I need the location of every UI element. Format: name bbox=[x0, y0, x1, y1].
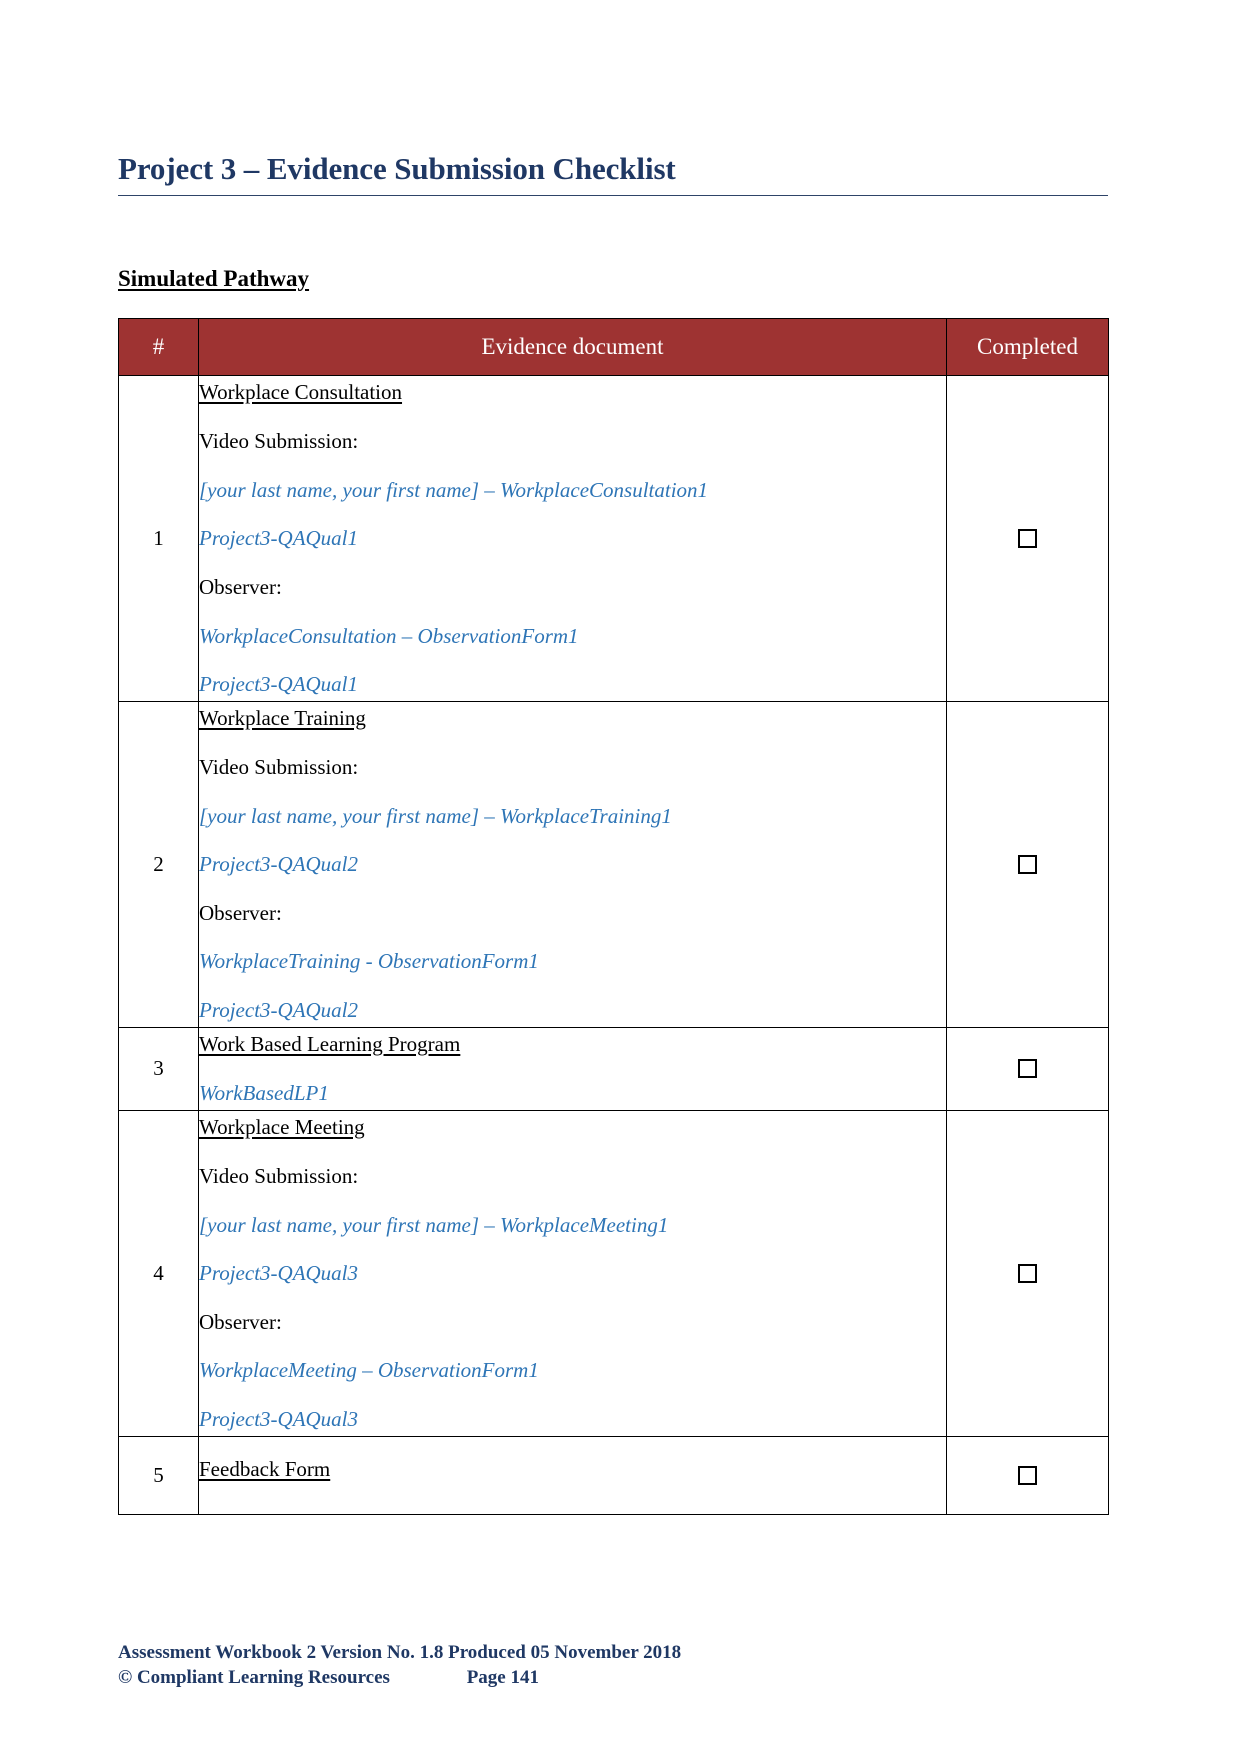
video-submission-code: Project3-QAQual1 bbox=[199, 526, 359, 551]
observer-filename: WorkplaceMeeting – ObservationForm1 bbox=[199, 1358, 539, 1383]
row-evidence-document: Workplace Meeting Video Submission: [you… bbox=[198, 1109, 947, 1437]
row-number: 3 bbox=[118, 1026, 199, 1111]
row-number: 1 bbox=[118, 374, 199, 702]
video-submission-filename: WorkBasedLP1 bbox=[199, 1081, 329, 1106]
video-submission-label: Video Submission: bbox=[199, 1164, 359, 1189]
checkbox-icon[interactable] bbox=[1018, 854, 1037, 874]
row-completed-cell[interactable] bbox=[946, 1026, 1109, 1111]
checkbox-icon[interactable] bbox=[1018, 1263, 1037, 1283]
video-submission-filename: [your last name, your first name] – Work… bbox=[199, 477, 709, 502]
row-evidence-document: Feedback Form bbox=[198, 1435, 947, 1516]
document-page: Project 3 – Evidence Submission Checklis… bbox=[0, 0, 1241, 1754]
evidence-title: Work Based Learning Program bbox=[199, 1031, 461, 1056]
table-header-row: # Evidence document Completed bbox=[118, 317, 1109, 376]
observer-filename: WorkplaceTraining - ObservationForm1 bbox=[199, 949, 539, 974]
page-footer: Assessment Workbook 2 Version No. 1.8 Pr… bbox=[118, 1640, 1118, 1690]
evidence-title: Workplace Meeting bbox=[199, 1114, 365, 1139]
row-completed-cell[interactable] bbox=[946, 1109, 1109, 1437]
row-number: 2 bbox=[118, 700, 199, 1028]
column-header-completed: Completed bbox=[946, 317, 1109, 376]
row-evidence-document: Workplace Training Video Submission: [yo… bbox=[198, 700, 947, 1028]
checkbox-icon[interactable] bbox=[1018, 528, 1037, 548]
evidence-title: Workplace Training bbox=[199, 705, 366, 730]
checkbox-icon[interactable] bbox=[1018, 1465, 1037, 1485]
observer-code: Project3-QAQual1 bbox=[199, 672, 359, 697]
observer-label: Observer: bbox=[199, 900, 282, 925]
observer-label: Observer: bbox=[199, 1309, 282, 1334]
footer-page-number: Page 141 bbox=[466, 1667, 539, 1689]
table-row: 2 Workplace Training Video Submission: [… bbox=[118, 700, 1109, 1028]
observer-filename: WorkplaceConsultation – ObservationForm1 bbox=[199, 623, 579, 648]
footer-workbook-version: Assessment Workbook 2 Version No. 1.8 Pr… bbox=[118, 1642, 682, 1663]
video-submission-filename: [your last name, your first name] – Work… bbox=[199, 1212, 669, 1237]
video-submission-filename: [your last name, your first name] – Work… bbox=[199, 803, 672, 828]
table-body: 1 Workplace Consultation Video Submissio… bbox=[118, 374, 1109, 1516]
evidence-title: Feedback Form bbox=[199, 1456, 331, 1481]
row-number: 4 bbox=[118, 1109, 199, 1437]
row-number: 5 bbox=[118, 1435, 199, 1516]
video-submission-label: Video Submission: bbox=[199, 755, 359, 780]
column-header-number: # bbox=[118, 317, 199, 376]
table-row: 5 Feedback Form bbox=[118, 1435, 1109, 1516]
row-completed-cell[interactable] bbox=[946, 1435, 1109, 1516]
column-header-evidence-document: Evidence document bbox=[198, 317, 947, 376]
table-header: # Evidence document Completed bbox=[118, 317, 1109, 376]
footer-copyright: © Compliant Learning Resources bbox=[118, 1667, 390, 1689]
observer-code: Project3-QAQual3 bbox=[199, 1406, 359, 1431]
video-submission-code: Project3-QAQual2 bbox=[199, 852, 359, 877]
checkbox-icon[interactable] bbox=[1018, 1059, 1037, 1079]
table-row: 3 Work Based Learning Program WorkBasedL… bbox=[118, 1026, 1109, 1111]
video-submission-code: Project3-QAQual3 bbox=[199, 1261, 359, 1286]
page-title: Project 3 – Evidence Submission Checklis… bbox=[118, 150, 1108, 196]
observer-code: Project3-QAQual2 bbox=[199, 997, 359, 1022]
evidence-title: Workplace Consultation bbox=[199, 379, 403, 404]
row-evidence-document: Workplace Consultation Video Submission:… bbox=[198, 374, 947, 702]
row-evidence-document: Work Based Learning Program WorkBasedLP1 bbox=[198, 1026, 947, 1111]
row-completed-cell[interactable] bbox=[946, 374, 1109, 702]
evidence-submission-table: # Evidence document Completed 1 Workplac… bbox=[118, 317, 1109, 1516]
page-content: Project 3 – Evidence Submission Checklis… bbox=[118, 150, 1118, 1516]
row-completed-cell[interactable] bbox=[946, 700, 1109, 1028]
table-row: 1 Workplace Consultation Video Submissio… bbox=[118, 374, 1109, 702]
observer-label: Observer: bbox=[199, 574, 282, 599]
section-heading-simulated-pathway: Simulated Pathway bbox=[118, 265, 310, 291]
video-submission-label: Video Submission: bbox=[199, 429, 359, 454]
table-row: 4 Workplace Meeting Video Submission: [y… bbox=[118, 1109, 1109, 1437]
